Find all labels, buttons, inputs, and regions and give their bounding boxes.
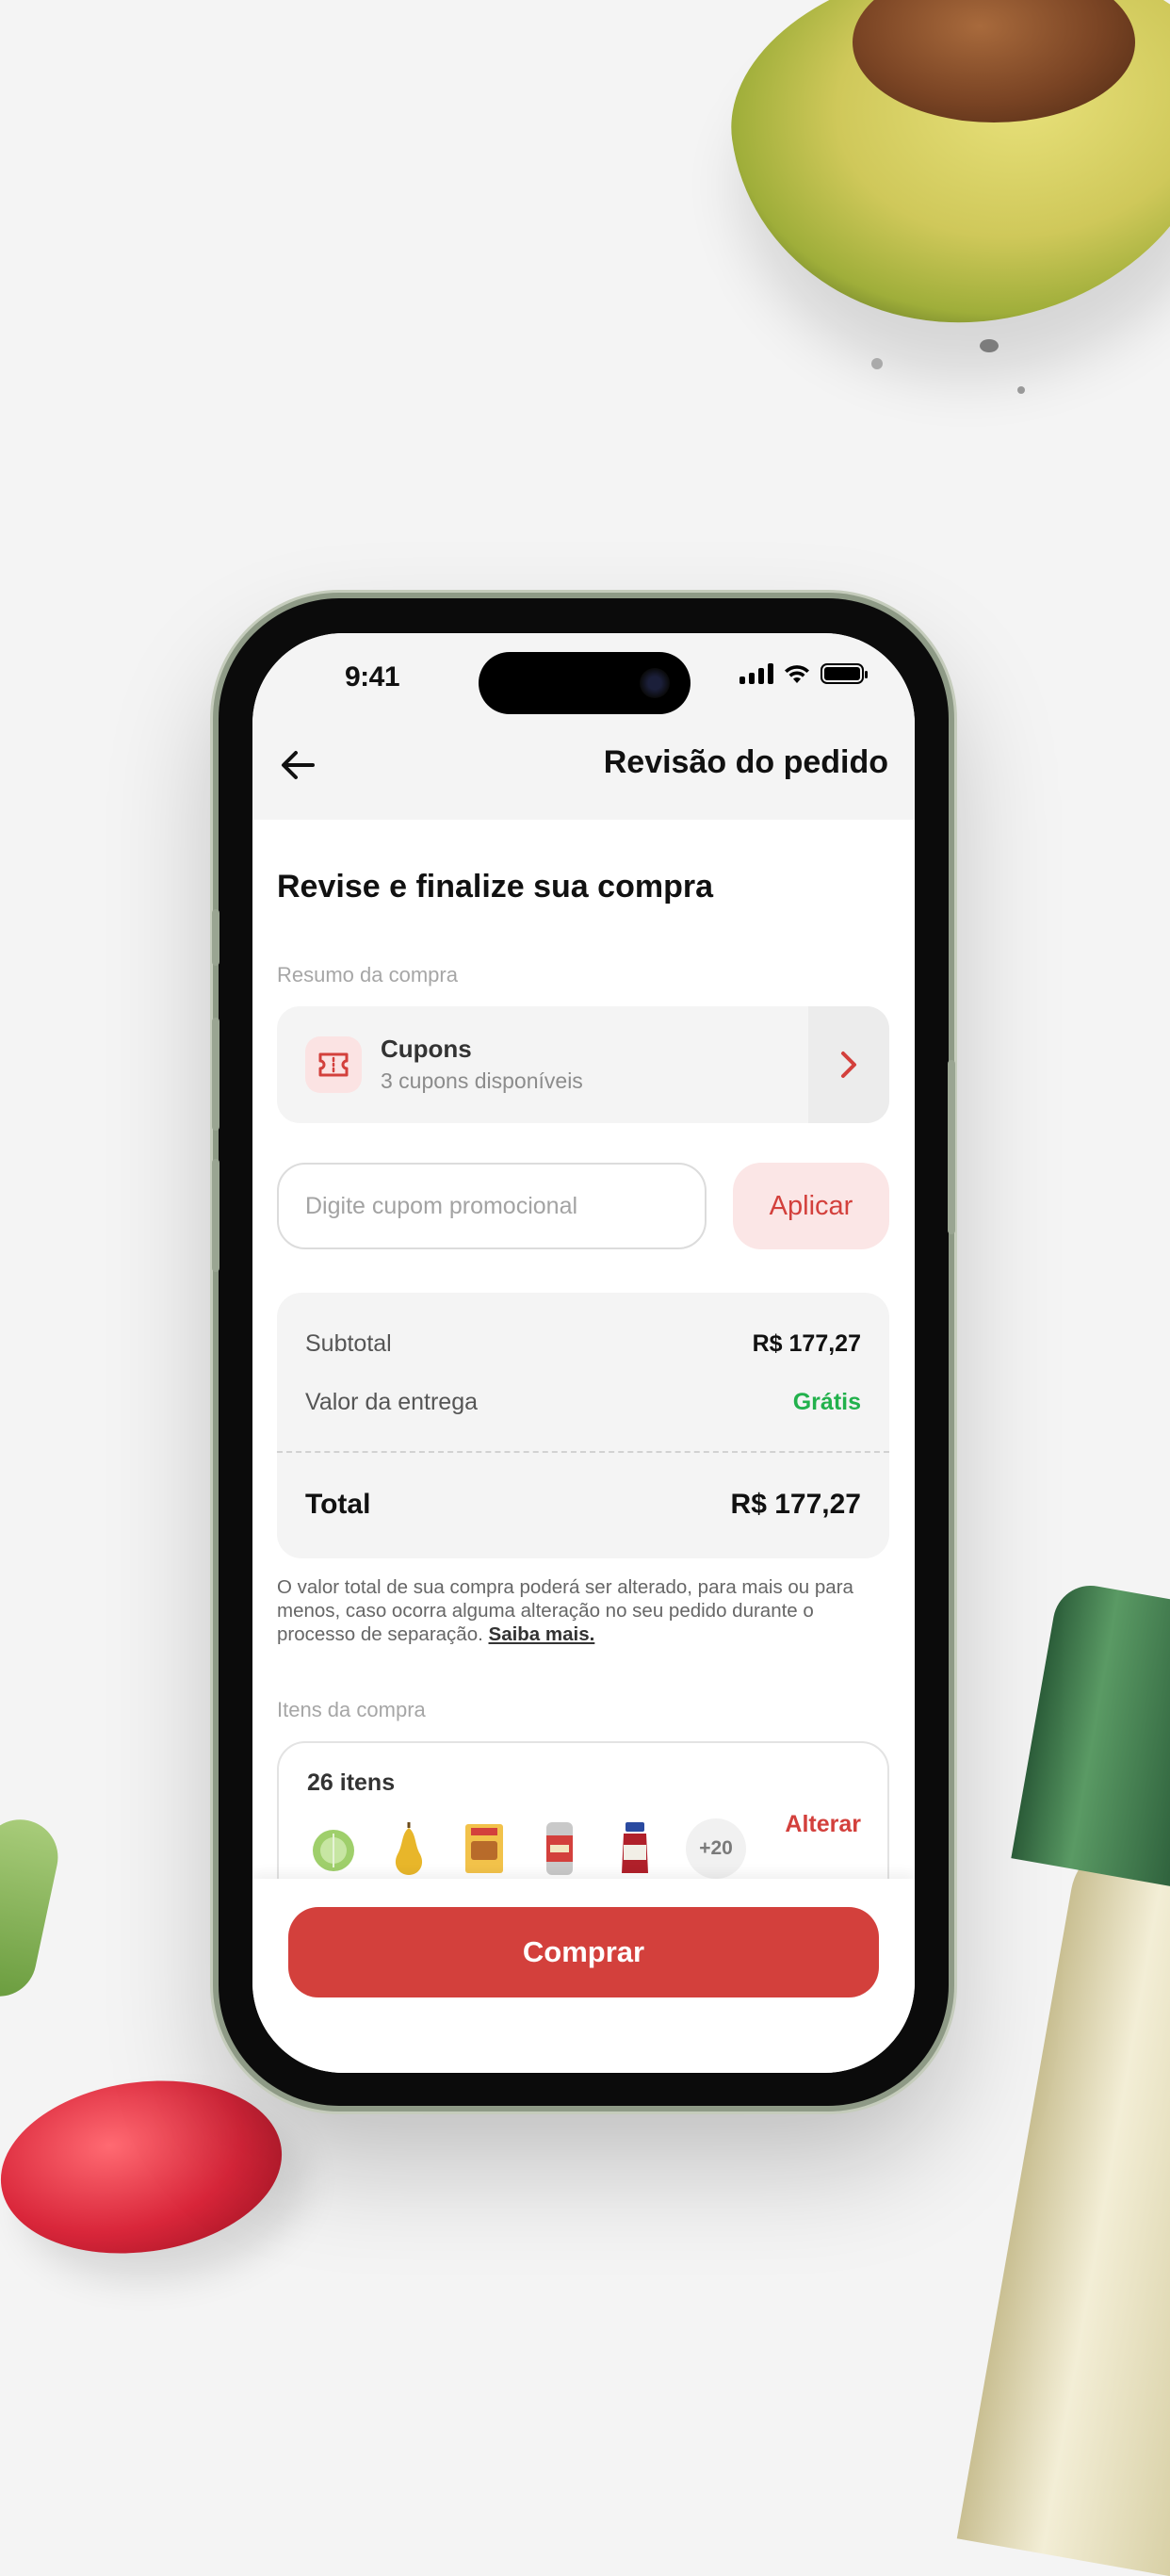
wine-bottle-image [956, 1833, 1170, 2576]
apply-coupon-button[interactable]: Aplicar [733, 1163, 889, 1249]
battery-icon [821, 663, 868, 684]
main-heading: Revise e finalize sua compra [277, 869, 713, 905]
coupons-title: Cupons [381, 1035, 472, 1063]
coupon-icon-container [305, 1036, 362, 1093]
soup-packet-thumbnail [460, 1820, 509, 1877]
summary-section-label: Resumo da compra [277, 963, 458, 986]
total-label: Total [305, 1489, 371, 1520]
back-arrow-icon[interactable] [277, 744, 318, 786]
items-section-label: Itens da compra [277, 1698, 426, 1721]
phone-screen: 9:41 Revisão do pedido Revise e finalize… [252, 633, 915, 2073]
coupons-card[interactable]: Cupons 3 cupons disponíveis [277, 1006, 889, 1123]
wine-bottle-neck [1011, 1579, 1170, 1888]
subtotal-value: R$ 177,27 [752, 1330, 861, 1357]
signal-icon [739, 663, 773, 684]
action-button [212, 909, 219, 966]
total-value: R$ 177,27 [730, 1489, 861, 1520]
order-summary-card: Subtotal R$ 177,27 Valor da entrega Grát… [277, 1293, 889, 1558]
power-button [948, 1060, 955, 1234]
promo-code-input[interactable] [277, 1163, 707, 1249]
status-time: 9:41 [345, 661, 400, 693]
beer-can-thumbnail [535, 1820, 584, 1877]
pepper-crumb [1017, 386, 1025, 394]
radish-image [0, 2063, 294, 2271]
items-count: 26 itens [307, 1769, 396, 1796]
volume-down-button [212, 1159, 219, 1272]
leaves-image [0, 1812, 65, 2004]
lettuce-thumbnail [309, 1820, 358, 1877]
status-icons [739, 663, 868, 684]
sauce-jar-thumbnail [610, 1820, 659, 1877]
summary-divider [277, 1451, 889, 1453]
camera-icon [640, 668, 670, 698]
pear-thumbnail [384, 1820, 433, 1877]
top-bar: 9:41 Revisão do pedido [252, 633, 915, 820]
change-items-link[interactable]: Alterar [785, 1811, 861, 1838]
dynamic-island [479, 652, 691, 714]
coupons-chevron-button[interactable] [808, 1006, 889, 1123]
learn-more-link[interactable]: Saiba mais. [489, 1623, 595, 1645]
pepper-crumb [871, 358, 883, 369]
more-items-badge: +20 [686, 1818, 746, 1879]
pepper-crumb [980, 339, 999, 352]
coupons-subtitle: 3 cupons disponíveis [381, 1068, 583, 1093]
price-change-note: O valor total de sua compra poderá ser a… [277, 1575, 889, 1646]
chevron-right-icon [841, 1052, 856, 1078]
volume-up-button [212, 1018, 219, 1131]
delivery-value: Grátis [792, 1389, 861, 1415]
item-thumbnails: +20 [309, 1818, 746, 1879]
subtotal-label: Subtotal [305, 1330, 392, 1357]
page-title: Revisão do pedido [603, 744, 888, 780]
buy-button[interactable]: Comprar [288, 1907, 879, 1997]
wifi-icon [785, 665, 809, 683]
delivery-label: Valor da entrega [305, 1389, 478, 1415]
ticket-icon [318, 1052, 349, 1077]
bottom-action-bar: Comprar [252, 1879, 915, 2073]
